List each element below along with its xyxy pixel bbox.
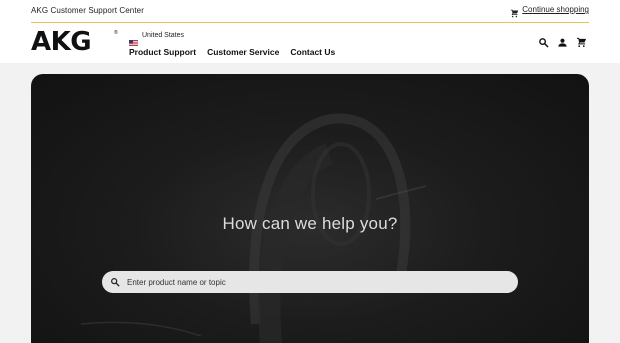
akg-logo[interactable]: AKG bbox=[31, 29, 92, 55]
utility-bar: AKG Customer Support Center Continue sho… bbox=[0, 0, 620, 22]
search-bar[interactable] bbox=[102, 271, 518, 293]
headphones-image bbox=[80, 113, 427, 343]
site-header: AKG ® United States Product Support Cust… bbox=[0, 23, 620, 63]
search-input[interactable] bbox=[127, 277, 507, 287]
continue-shopping-link[interactable]: Continue shopping bbox=[522, 5, 589, 14]
main-nav: Product Support Customer Service Contact… bbox=[129, 47, 335, 57]
cart-icon[interactable] bbox=[576, 37, 587, 48]
hero-heading: How can we help you? bbox=[222, 214, 398, 233]
country-label[interactable]: United States bbox=[142, 32, 184, 39]
header-actions bbox=[538, 37, 587, 48]
account-icon[interactable] bbox=[557, 37, 568, 48]
country-selector[interactable]: United States bbox=[129, 32, 184, 46]
continue-shopping[interactable]: Continue shopping bbox=[510, 5, 589, 18]
nav-customer-service[interactable]: Customer Service bbox=[207, 47, 279, 57]
search-icon bbox=[110, 277, 120, 287]
nav-product-support[interactable]: Product Support bbox=[129, 47, 196, 57]
us-flag-icon bbox=[129, 33, 138, 46]
cart-icon bbox=[510, 5, 519, 18]
nav-contact-us[interactable]: Contact Us bbox=[290, 47, 335, 57]
support-center-title: AKG Customer Support Center bbox=[31, 6, 144, 15]
hero-banner: How can we help you? bbox=[31, 74, 589, 343]
registered-mark: ® bbox=[114, 30, 118, 36]
search-icon[interactable] bbox=[538, 37, 549, 48]
